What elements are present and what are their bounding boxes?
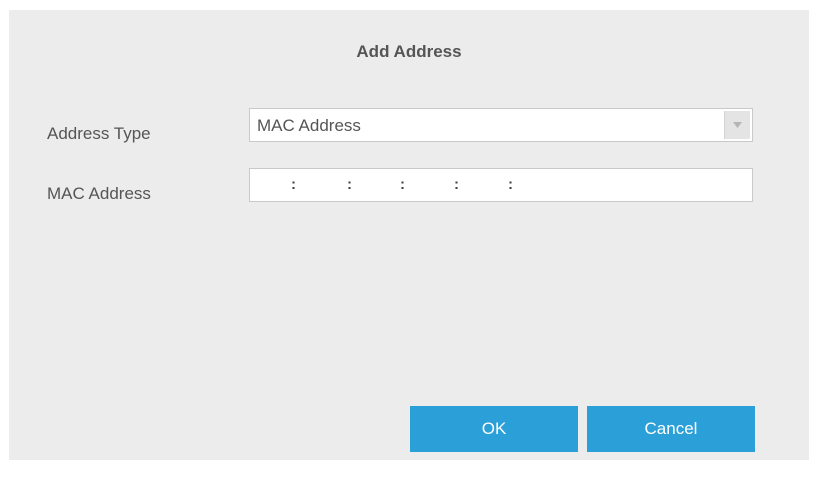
cancel-button[interactable]: Cancel [587,406,755,452]
dialog-title: Add Address [356,42,462,61]
mac-address-label: MAC Address [47,184,151,203]
address-type-value: MAC Address [257,116,361,135]
ok-button[interactable]: OK [410,406,578,452]
mac-separator: : [508,176,513,193]
mac-address-input[interactable]: : : : : : [249,168,753,202]
address-type-label: Address Type [47,124,151,143]
mac-separator: : [454,176,459,193]
dropdown-arrow-icon[interactable] [724,111,750,139]
add-address-dialog: Add Address Address Type MAC Address MAC… [9,10,809,460]
mac-separator: : [400,176,405,193]
mac-separator: : [291,176,296,193]
address-type-select[interactable]: MAC Address [249,108,753,142]
mac-separator: : [347,176,352,193]
